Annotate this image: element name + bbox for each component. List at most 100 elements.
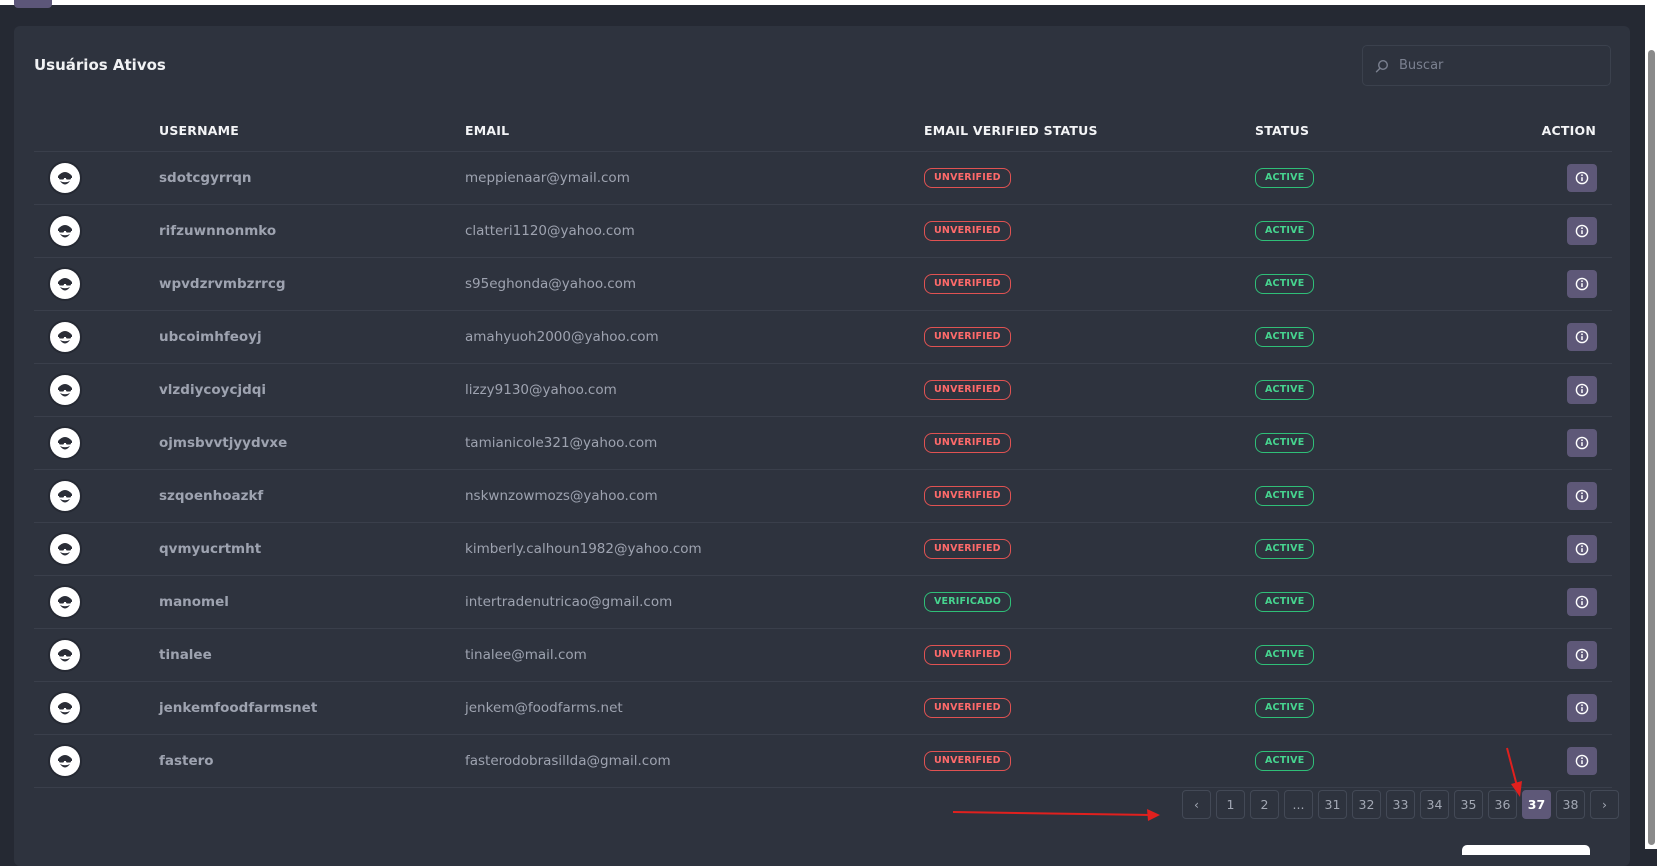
- action-cell: [1435, 628, 1612, 682]
- table-row: ojmsbvvtjyydvxe tamianicole321@yahoo.com U…: [34, 416, 1612, 470]
- email-verified-cell: UNVERIFIED: [924, 734, 1255, 788]
- status-cell: ACTIVE: [1255, 151, 1435, 205]
- status-badge: ACTIVE: [1255, 644, 1315, 665]
- user-avatar-icon: [50, 480, 80, 511]
- user-avatar-icon: [50, 162, 80, 193]
- avatar-cell: [34, 469, 159, 523]
- email-cell: s95eghonda@yahoo.com: [465, 257, 924, 311]
- email-header[interactable]: EMAIL: [465, 111, 924, 152]
- avatar-cell: [34, 628, 159, 682]
- status-badge: ACTIVE: [1255, 273, 1315, 294]
- status-cell: ACTIVE: [1255, 416, 1435, 470]
- status-header[interactable]: STATUS: [1255, 111, 1435, 152]
- email-verified-badge: UNVERIFIED: [924, 273, 1011, 294]
- card-title: Usuários Ativos: [34, 56, 166, 74]
- username-cell: ubcoimhfeoyj: [159, 310, 465, 364]
- username-cell: manomel: [159, 575, 465, 629]
- email-cell: clatteri1120@yahoo.com: [465, 204, 924, 258]
- top-tab-indicator: [14, 0, 52, 8]
- table-header-row: USERNAME EMAIL EMAIL VERIFIED STATUS STA…: [34, 111, 1612, 152]
- user-avatar-icon: [50, 745, 80, 776]
- action-cell: [1435, 681, 1612, 735]
- status-badge: ACTIVE: [1255, 750, 1315, 771]
- info-button[interactable]: [1567, 640, 1597, 669]
- table-row: wpvdzrvmbzrrcg s95eghonda@yahoo.com UNVERI…: [34, 257, 1612, 311]
- scrollbar-track[interactable]: [1645, 0, 1657, 849]
- pagination-page-button[interactable]: 38: [1556, 790, 1585, 819]
- status-cell: ACTIVE: [1255, 363, 1435, 417]
- username-cell: fastero: [159, 734, 465, 788]
- info-button[interactable]: [1567, 587, 1597, 616]
- action-cell: [1435, 734, 1612, 788]
- email-verified-cell: UNVERIFIED: [924, 681, 1255, 735]
- status-badge: ACTIVE: [1255, 485, 1315, 506]
- status-cell: ACTIVE: [1255, 310, 1435, 364]
- pagination-page-button[interactable]: 34: [1420, 790, 1449, 819]
- action-cell: [1435, 522, 1612, 576]
- status-badge: ACTIVE: [1255, 379, 1315, 400]
- info-button[interactable]: [1567, 163, 1597, 192]
- info-icon: [1575, 542, 1589, 556]
- pagination-page-button[interactable]: 37: [1522, 790, 1551, 819]
- avatar-header: [34, 111, 159, 152]
- table-row: jenkemfoodfarmsnet jenkem@foodfarms.net UN…: [34, 681, 1612, 735]
- floating-bottom-tab[interactable]: [1462, 845, 1590, 855]
- status-cell: ACTIVE: [1255, 522, 1435, 576]
- username-header[interactable]: USERNAME: [159, 111, 465, 152]
- pagination-page-button[interactable]: 31: [1318, 790, 1347, 819]
- status-badge: ACTIVE: [1255, 326, 1315, 347]
- email-cell: fasterodobrasillda@gmail.com: [465, 734, 924, 788]
- username-cell: ojmsbvvtjyydvxe: [159, 416, 465, 470]
- email-verified-badge: UNVERIFIED: [924, 432, 1011, 453]
- info-icon: [1575, 277, 1589, 291]
- email-cell: tinalee@mail.com: [465, 628, 924, 682]
- pagination-prev-button[interactable]: ‹: [1182, 790, 1211, 819]
- username-cell: qvmyucrtmht: [159, 522, 465, 576]
- info-button[interactable]: [1567, 216, 1597, 245]
- info-button[interactable]: [1567, 375, 1597, 404]
- avatar-cell: [34, 310, 159, 364]
- email-verified-cell: UNVERIFIED: [924, 469, 1255, 523]
- pagination-page-button[interactable]: 2: [1250, 790, 1279, 819]
- pagination-page-button[interactable]: 1: [1216, 790, 1245, 819]
- email-verified-badge: UNVERIFIED: [924, 167, 1011, 188]
- info-button[interactable]: [1567, 693, 1597, 722]
- email-verified-badge: UNVERIFIED: [924, 644, 1011, 665]
- pagination-ellipsis: ...: [1284, 790, 1313, 819]
- email-verified-cell: UNVERIFIED: [924, 151, 1255, 205]
- status-badge: ACTIVE: [1255, 167, 1315, 188]
- username-cell: tinalee: [159, 628, 465, 682]
- pagination-page-button[interactable]: 36: [1488, 790, 1517, 819]
- info-icon: [1575, 383, 1589, 397]
- status-badge: ACTIVE: [1255, 538, 1315, 559]
- pagination-page-button[interactable]: 33: [1386, 790, 1415, 819]
- avatar-cell: [34, 734, 159, 788]
- pagination-page-button[interactable]: 35: [1454, 790, 1483, 819]
- email-cell: meppienaar@ymail.com: [465, 151, 924, 205]
- scrollbar-thumb[interactable]: [1648, 50, 1655, 845]
- active-users-card: Usuários Ativos USERNAME EMAIL EMAIL VER…: [14, 26, 1630, 866]
- avatar-cell: [34, 363, 159, 417]
- table-row: manomel intertradenutricao@gmail.com VERIF…: [34, 575, 1612, 629]
- search-box[interactable]: [1362, 45, 1611, 86]
- username-cell: wpvdzrvmbzrrcg: [159, 257, 465, 311]
- email-verified-badge: UNVERIFIED: [924, 326, 1011, 347]
- table-row: rifzuwnnonmko clatteri1120@yahoo.com UNVER…: [34, 204, 1612, 258]
- pagination-page-button[interactable]: 32: [1352, 790, 1381, 819]
- avatar-cell: [34, 681, 159, 735]
- info-button[interactable]: [1567, 322, 1597, 351]
- info-button[interactable]: [1567, 534, 1597, 563]
- info-button[interactable]: [1567, 481, 1597, 510]
- avatar-cell: [34, 204, 159, 258]
- info-icon: [1575, 224, 1589, 238]
- info-button[interactable]: [1567, 746, 1597, 775]
- user-avatar-icon: [50, 692, 80, 723]
- search-input[interactable]: [1399, 58, 1599, 73]
- user-avatar-icon: [50, 374, 80, 405]
- action-cell: [1435, 575, 1612, 629]
- pagination-next-button[interactable]: ›: [1590, 790, 1619, 819]
- status-cell: ACTIVE: [1255, 681, 1435, 735]
- info-button[interactable]: [1567, 269, 1597, 298]
- email-verified-header[interactable]: EMAIL VERIFIED STATUS: [924, 111, 1255, 152]
- info-button[interactable]: [1567, 428, 1597, 457]
